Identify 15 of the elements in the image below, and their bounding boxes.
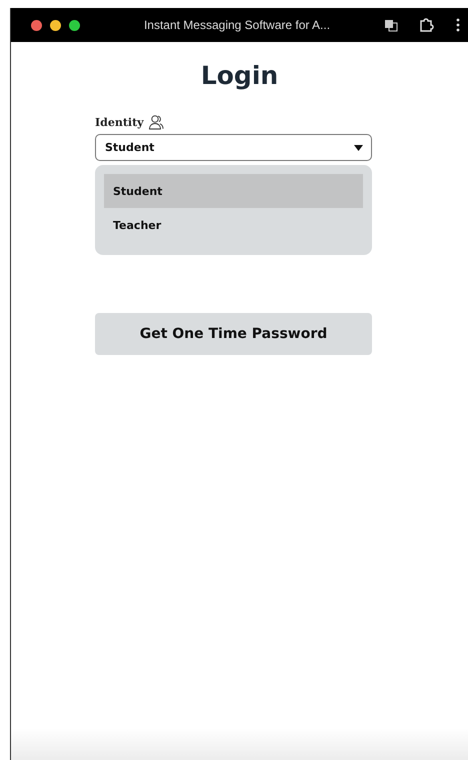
identity-dropdown[interactable]: Student [95,134,372,161]
puzzle-icon[interactable] [418,17,434,33]
maximize-window-button[interactable] [69,20,80,30]
get-otp-button[interactable]: Get One Time Password [95,313,372,355]
identity-label: Identity [95,116,144,128]
more-menu-icon[interactable] [456,18,460,32]
people-icon [148,114,164,130]
dropdown-option[interactable]: Student [104,174,363,208]
caret-icon [354,144,363,150]
window-title: Instant Messaging Software for A... [142,18,332,32]
translate-icon[interactable] [384,18,398,32]
close-window-button[interactable] [31,20,42,30]
minimize-window-button[interactable] [50,20,61,30]
dropdown-option[interactable]: Teacher [104,208,363,242]
login-heading: Login [200,60,278,92]
